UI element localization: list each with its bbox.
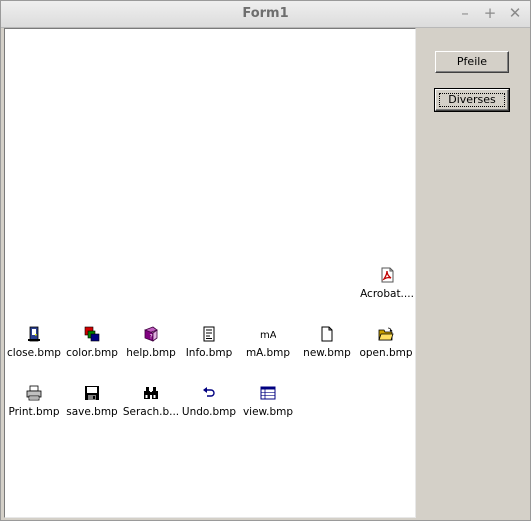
- printer-icon: [26, 385, 42, 401]
- list-item[interactable]: ? help.bmp: [122, 326, 180, 366]
- list-item[interactable]: Undo.bmp: [180, 385, 238, 425]
- list-item[interactable]: save.bmp: [63, 385, 121, 425]
- ma-text-icon: mA: [260, 330, 276, 341]
- info-doc-icon: [203, 326, 215, 342]
- main-window: Form1 – + ✕ Acrobat.... close.bmp color.…: [0, 0, 531, 521]
- list-item[interactable]: new.bmp: [298, 326, 356, 366]
- svg-text:?: ?: [150, 334, 153, 341]
- diverses-button-label: Diverses: [448, 93, 496, 106]
- pfeile-button[interactable]: Pfeile: [435, 51, 509, 73]
- close-button[interactable]: ✕: [506, 4, 524, 22]
- list-item[interactable]: view.bmp: [239, 385, 297, 425]
- view-list-icon: [260, 386, 276, 400]
- list-item[interactable]: Print.bmp: [5, 385, 63, 425]
- item-label: new.bmp: [303, 347, 351, 359]
- item-label: mA.bmp: [245, 347, 291, 359]
- minimize-button[interactable]: –: [456, 4, 474, 22]
- acrobat-icon: [381, 267, 394, 283]
- item-label: Undo.bmp: [181, 406, 237, 418]
- diverses-button[interactable]: Diverses: [434, 88, 510, 112]
- list-item[interactable]: Info.bmp: [180, 326, 238, 366]
- list-item[interactable]: close.bmp: [5, 326, 63, 366]
- item-label: close.bmp: [7, 347, 61, 359]
- item-label: color.bmp: [66, 347, 118, 359]
- open-folder-icon: [378, 327, 394, 341]
- maximize-button[interactable]: +: [481, 4, 499, 22]
- pfeile-button-label: Pfeile: [456, 55, 488, 68]
- item-label: help.bmp: [126, 347, 176, 359]
- close-door-icon: [28, 326, 40, 342]
- floppy-icon: [85, 386, 99, 400]
- list-item[interactable]: open.bmp: [357, 326, 415, 366]
- undo-arrow-icon: [203, 387, 215, 397]
- item-label: Info.bmp: [185, 347, 233, 359]
- new-file-icon: [321, 326, 333, 342]
- color-squares-icon: [84, 326, 100, 342]
- list-item[interactable]: Acrobat....: [358, 267, 416, 307]
- item-label: view.bmp: [242, 406, 294, 418]
- title-bar[interactable]: Form1 – + ✕: [1, 1, 530, 28]
- icon-list-view[interactable]: Acrobat.... close.bmp color.bmp ? help.b…: [4, 28, 416, 518]
- item-label: Print.bmp: [8, 406, 60, 418]
- help-book-icon: ?: [144, 326, 158, 342]
- list-item[interactable]: mA mA.bmp: [239, 326, 297, 366]
- item-label: Acrobat....: [360, 288, 414, 300]
- binoculars-icon: [144, 387, 158, 399]
- item-label: Serach.b...: [122, 406, 180, 418]
- list-item[interactable]: color.bmp: [63, 326, 121, 366]
- item-label: save.bmp: [66, 406, 118, 418]
- list-item[interactable]: Serach.b...: [122, 385, 180, 425]
- window-title: Form1: [242, 6, 289, 21]
- item-label: open.bmp: [359, 347, 413, 359]
- svg-text:mA: mA: [260, 330, 276, 341]
